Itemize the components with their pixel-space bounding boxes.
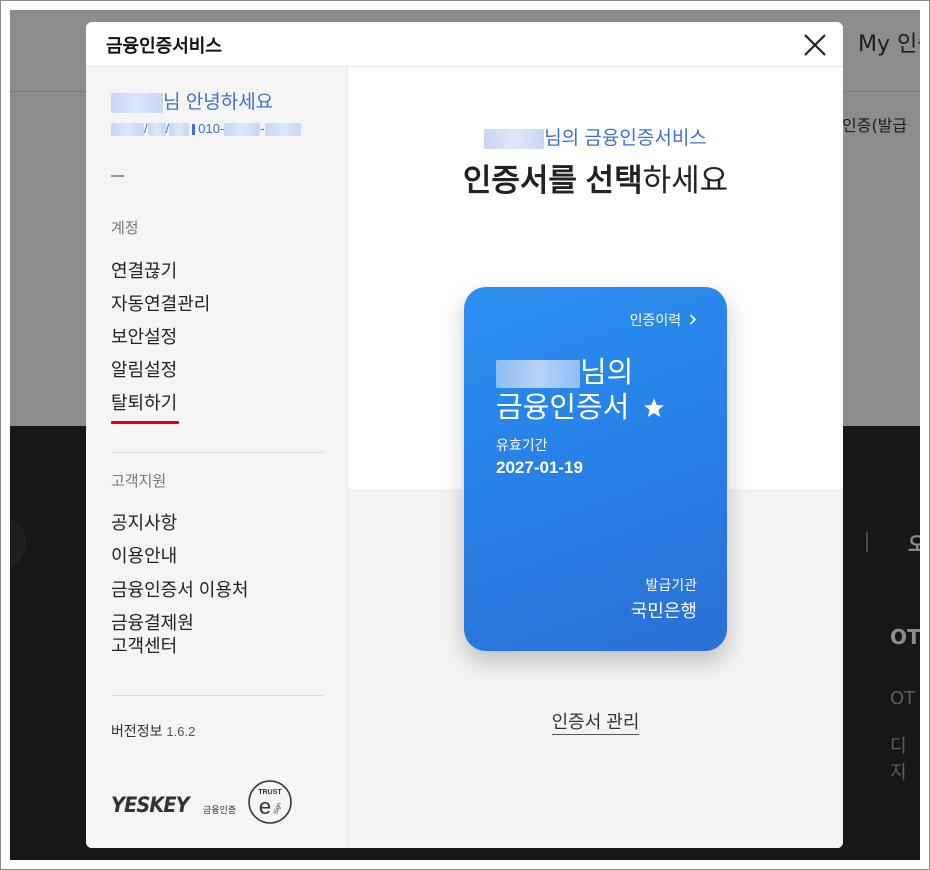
menu-item-auto-connect[interactable]: 자동연결관리 (111, 293, 210, 316)
close-button[interactable] (798, 28, 832, 62)
star-icon (644, 398, 665, 417)
certificate-card[interactable]: 인증이력 님의 금융인증서 유효기간 2027-01-19 발급기관 국민은행 (464, 287, 727, 651)
cert-history-link[interactable]: 인증이력 (630, 310, 697, 330)
greeting-text: 님 안녕하세요 (163, 92, 274, 113)
masked-user-name (484, 128, 545, 149)
heading-bold-1: 인증서를 (462, 163, 577, 198)
card-cert-type: 금융인증서 (496, 384, 665, 426)
issuer-label: 발급기관 (645, 577, 697, 593)
issuer-name: 국민은행 (630, 601, 697, 621)
menu-item-disconnect[interactable]: 연결끊기 (111, 260, 177, 283)
version-label: 버전정보 (111, 723, 163, 739)
masked-phone-prefix: 010- (198, 121, 225, 136)
masked-user-name (111, 92, 163, 113)
main-panel: 님의 금융인증서비스 인증서를 선택하세요 인증이력 님의 금융인증서 유효기간… (348, 67, 843, 848)
page-heading: 인증서를 선택하세요 (348, 155, 843, 200)
customer-center-line2: 고객센터 (111, 636, 178, 656)
yeskey-logo-subtitle: 금융인증 (203, 805, 237, 815)
menu-item-withdraw[interactable]: 탈퇴하기 (111, 392, 177, 415)
masked-user-info: //010- - (111, 121, 301, 137)
viewport: My 인증 인증(발급 오 OT OT 디지 금융인증서비스 님 안녕하세요 /… (10, 10, 920, 860)
svg-text:e: e (259, 794, 271, 819)
sidebar-divider (111, 452, 323, 453)
card-cert-type-text: 금융인증서 (496, 392, 630, 424)
menu-item-notification[interactable]: 알림설정 (111, 359, 177, 382)
masked-segment (147, 123, 166, 137)
masked-segment (111, 123, 144, 137)
version-info: 버전정보 1.6.2 (111, 721, 195, 741)
menu-item-guide[interactable]: 이용안내 (111, 545, 177, 568)
version-number: 1.6.2 (166, 724, 196, 739)
section-label-account: 계정 (111, 220, 139, 237)
logo-area: YESKEY 금융인증 TRUST e Sign (111, 779, 301, 829)
menu-item-customer-center[interactable]: 금융결제원 고객센터 (111, 612, 194, 658)
sidebar: 님 안녕하세요 //010- - 계정 연결끊기 자동연결관리 보안설정 알림설정… (86, 67, 348, 848)
close-icon (804, 34, 826, 56)
cert-manage-label: 인증서 관리 (551, 712, 640, 735)
menu-item-notices[interactable]: 공지사항 (111, 512, 177, 535)
masked-segment (224, 123, 261, 137)
subtitle-text: 님의 금융인증서비스 (544, 128, 707, 149)
menu-item-security[interactable]: 보안설정 (111, 326, 177, 349)
yeskey-logo: YESKEY (111, 793, 190, 817)
cert-history-label: 인증이력 (629, 312, 682, 328)
trust-esign-seal-icon: TRUST e Sign (248, 780, 292, 824)
svg-text:Sign: Sign (273, 802, 283, 815)
financial-cert-modal: 금융인증서비스 님 안녕하세요 //010- - 계정 연결끊기 자동연결관리 보… (86, 22, 843, 848)
valid-period-date: 2027-01-19 (496, 458, 583, 477)
section-label-support: 고객지원 (111, 473, 167, 490)
cert-manage-link[interactable]: 인증서 관리 (348, 708, 843, 735)
modal-header: 금융인증서비스 (86, 22, 843, 67)
user-greeting: 님 안녕하세요 (111, 87, 273, 114)
modal-title: 금융인증서비스 (106, 36, 222, 56)
chevron-right-icon (689, 314, 697, 325)
service-subtitle: 님의 금융인증서비스 (348, 123, 843, 150)
masked-segment (264, 123, 301, 137)
withdraw-highlight-underline (111, 421, 179, 424)
heading-bold-2: 선택 (585, 163, 643, 198)
masked-separator: - (260, 121, 265, 136)
heading-rest: 하세요 (642, 163, 729, 198)
masked-segment (169, 123, 190, 137)
customer-center-line1: 금융결제원 (111, 613, 194, 633)
masked-dash (111, 175, 124, 177)
valid-period-label: 유효기간 (496, 437, 548, 453)
masked-separator-bar (192, 124, 196, 136)
menu-item-usage-places[interactable]: 금융인증서 이용처 (111, 579, 248, 602)
sidebar-divider (111, 695, 323, 696)
